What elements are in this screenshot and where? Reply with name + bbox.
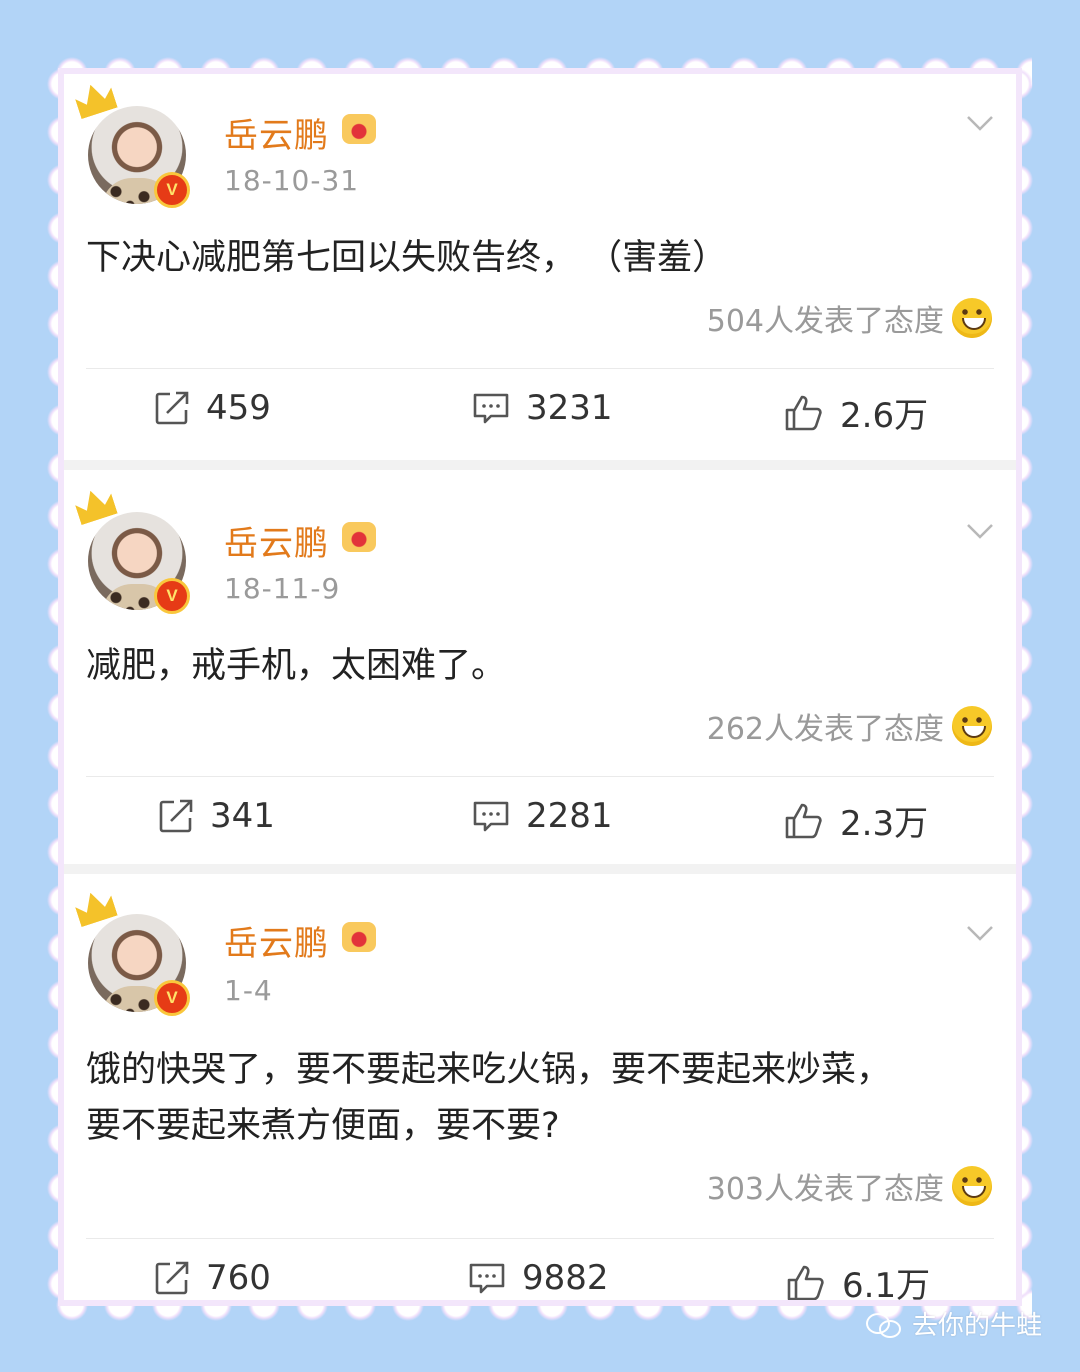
like-count: 2.6万 (840, 396, 929, 436)
weibo-post: V 岳云鹏 18-11-9 减肥，戒手机，太困难了。 262人发表了态度 341… (64, 470, 1016, 864)
repost-button[interactable]: 459 (154, 388, 271, 428)
post-content-line: 饿的快哭了，要不要起来吃火锅，要不要起来炒菜， (86, 1050, 892, 1090)
post-separator (64, 864, 1016, 874)
verified-v-icon: V (154, 578, 190, 614)
username[interactable]: 岳云鹏 (224, 916, 329, 965)
avatar[interactable]: V (82, 100, 194, 212)
like-button[interactable]: 2.3万 (784, 796, 928, 845)
comment-count: 2281 (526, 796, 613, 836)
post-separator (64, 460, 1016, 470)
wechat-icon (865, 1311, 904, 1338)
watermark: 去你的牛蛙 (865, 1305, 1042, 1342)
comment-button[interactable]: 3231 (472, 388, 613, 428)
post-content-line: 要不要起来煮方便面，要不要? (86, 1106, 560, 1146)
weibo-feed: V 岳云鹏 18-10-31 下决心减肥第七回以失败告终， （害羞） 504人发… (64, 74, 1016, 1300)
like-button[interactable]: 2.6万 (784, 388, 928, 437)
thumbs-up-icon (785, 395, 822, 430)
reaction-count-label: 504人发表了态度 (706, 304, 944, 339)
like-count: 6.1万 (842, 1266, 931, 1300)
repost-icon (155, 1261, 189, 1295)
weibo-post: V 岳云鹏 1-4 饿的快哭了，要不要起来吃火锅，要不要起来炒菜， 要不要起来煮… (64, 874, 1016, 1300)
avatar[interactable]: V (82, 908, 194, 1020)
repost-count: 341 (210, 796, 275, 836)
weibo-post: V 岳云鹏 18-10-31 下决心减肥第七回以失败告终， （害羞） 504人发… (64, 74, 1016, 460)
post-date: 1-4 (224, 974, 273, 1007)
comment-button[interactable]: 2281 (472, 796, 613, 836)
comment-icon (473, 393, 509, 424)
username[interactable]: 岳云鹏 (224, 108, 329, 157)
repost-button[interactable]: 760 (154, 1258, 271, 1298)
post-date: 18-11-9 (224, 572, 341, 605)
repost-count: 760 (206, 1258, 271, 1298)
repost-icon (159, 799, 193, 833)
post-content: 下决心减肥第七回以失败告终， （害羞） (86, 230, 986, 286)
crown-vip-icon (342, 522, 376, 552)
comment-icon (473, 801, 509, 832)
comment-count: 9882 (522, 1258, 609, 1298)
username[interactable]: 岳云鹏 (224, 516, 329, 565)
reaction-count-label: 303人发表了态度 (706, 1172, 944, 1207)
like-button[interactable]: 6.1万 (786, 1258, 930, 1300)
like-count: 2.3万 (840, 804, 929, 844)
comment-count: 3231 (526, 388, 613, 428)
laughing-face-icon (952, 706, 992, 746)
reaction-summary[interactable]: 262人发表了态度 (707, 704, 992, 748)
verified-v-icon: V (154, 172, 190, 208)
watermark-text: 去你的牛蛙 (911, 1311, 1042, 1341)
chevron-down-icon[interactable] (966, 114, 994, 132)
repost-icon (155, 391, 189, 425)
thumbs-up-icon (787, 1265, 824, 1300)
post-content: 减肥，戒手机，太困难了。 (86, 638, 986, 694)
repost-button[interactable]: 341 (158, 796, 275, 836)
verified-v-icon: V (154, 980, 190, 1016)
repost-count: 459 (206, 388, 271, 428)
crown-vip-icon (342, 114, 376, 144)
reaction-summary[interactable]: 303人发表了态度 (707, 1164, 992, 1208)
comment-button[interactable]: 9882 (468, 1258, 609, 1298)
divider (86, 776, 994, 777)
thumbs-up-icon (785, 803, 822, 838)
reaction-count-label: 262人发表了态度 (706, 712, 944, 747)
post-content: 饿的快哭了，要不要起来吃火锅，要不要起来炒菜， 要不要起来煮方便面，要不要? (86, 1042, 986, 1154)
post-content-line: 减肥，戒手机，太困难了。 (86, 646, 507, 686)
avatar[interactable]: V (82, 506, 194, 618)
divider (86, 368, 994, 369)
reaction-summary[interactable]: 504人发表了态度 (707, 296, 992, 340)
divider (86, 1238, 994, 1239)
laughing-face-icon (952, 298, 992, 338)
comment-icon (469, 1263, 505, 1294)
post-date: 18-10-31 (224, 164, 360, 197)
crown-vip-icon (342, 922, 376, 952)
chevron-down-icon[interactable] (966, 924, 994, 942)
chevron-down-icon[interactable] (966, 522, 994, 540)
post-content-line: 下决心减肥第七回以失败告终， （害羞） (86, 238, 728, 278)
laughing-face-icon (952, 1166, 992, 1206)
